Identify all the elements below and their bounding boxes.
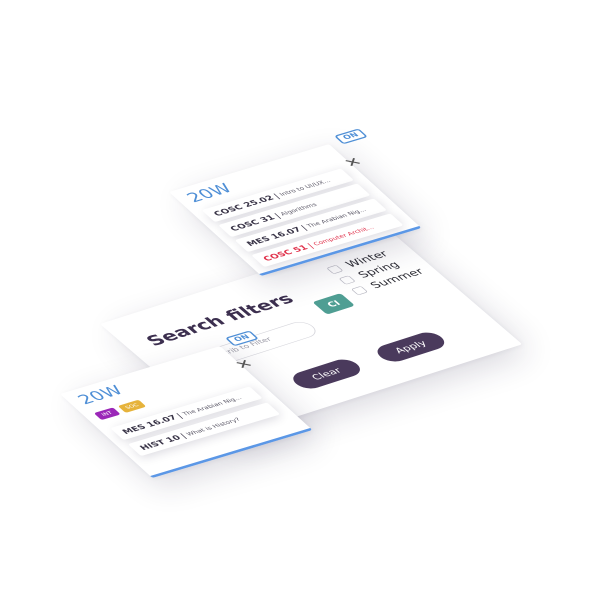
checkbox[interactable] [350,285,368,296]
term-heading: 20W [74,383,128,408]
distrib-tag-ci[interactable]: CI [312,293,355,315]
course-code: COSC 51 [260,243,310,263]
tag-soc: SOC [117,399,147,414]
course-title: Algorithms [278,201,319,217]
on-toggle[interactable]: ON [334,128,369,145]
checkbox[interactable] [325,264,344,274]
checkbox[interactable] [338,275,356,285]
course-code: HIST 10 [137,433,183,452]
clear-button[interactable]: Clear [287,356,366,392]
course-title: What is History? [184,416,242,437]
apply-button[interactable]: Apply [371,329,451,365]
app-screen: Search filters Enter Distrib to Filter C… [0,0,616,600]
close-icon[interactable]: ✕ [339,154,366,170]
tag-int: INT [93,407,121,421]
